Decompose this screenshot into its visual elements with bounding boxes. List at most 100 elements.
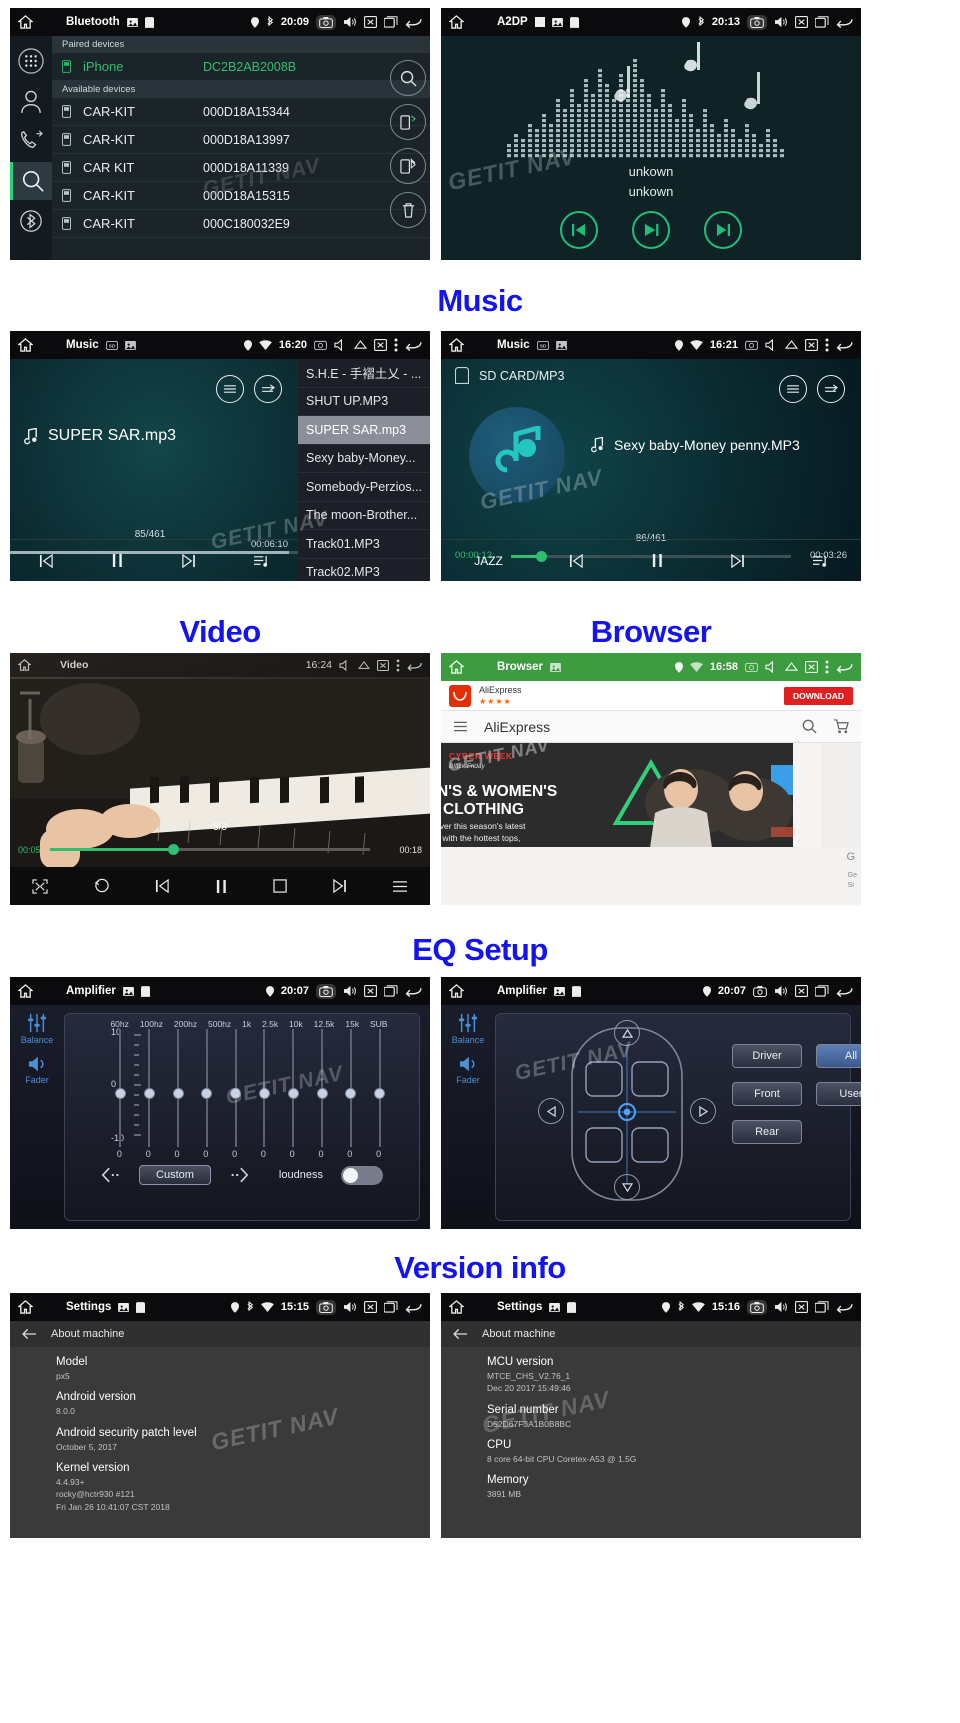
screenshot-icon[interactable] [316,14,336,30]
playlist-item[interactable]: Sexy baby-Money... [298,445,430,473]
home-icon[interactable] [449,660,464,674]
recent-apps-icon[interactable] [815,985,829,997]
volume-icon[interactable] [765,661,778,673]
pause-button[interactable] [215,879,228,894]
settings-item[interactable]: MCU version MTCE_CHS_V2.76_1 Dec 20 2017… [441,1347,861,1395]
unpair-device-button[interactable] [390,148,426,184]
playlist-mode-button[interactable] [779,375,807,403]
sidebar-item-fader[interactable]: Fader [456,1055,480,1085]
recent-apps-icon[interactable] [815,1301,829,1313]
settings-item[interactable]: Android version 8.0.0 [10,1382,430,1417]
bluetooth-device-row[interactable]: CAR-KIT 000D18A13997 [52,126,430,154]
playlist-button[interactable] [812,554,828,568]
preset-rear-button[interactable]: Rear [732,1120,802,1144]
preset-all-button[interactable]: All [816,1044,861,1068]
delete-button[interactable] [390,192,426,228]
shopping-cart-icon[interactable] [833,719,849,734]
download-button[interactable]: DOWNLOAD [784,686,853,705]
home-icon[interactable] [18,984,33,998]
preset-user-button[interactable]: User [816,1082,861,1106]
screenshot-icon[interactable] [753,985,767,997]
playlist-item[interactable]: Somebody-Perzios... [298,473,430,502]
play-pause-button[interactable] [632,211,670,249]
back-icon[interactable] [407,660,422,671]
back-icon[interactable] [836,1301,853,1313]
settings-item[interactable]: Kernel version 4.4.93+ rocky@hctr930 #12… [10,1453,430,1513]
close-icon[interactable] [795,985,808,997]
settings-item[interactable]: CPU 8 core 64-bit CPU Coretex-A53 @ 1.5G [441,1430,861,1465]
recent-apps-icon[interactable] [384,985,398,997]
search-icon[interactable] [802,719,817,734]
bluetooth-device-row[interactable]: CAR-KIT 000C180032E9 [52,210,430,238]
more-options-icon[interactable] [825,338,829,352]
back-icon[interactable] [836,16,853,28]
sidebar-item-balance[interactable]: Balance [452,1013,484,1045]
home-icon[interactable] [449,15,464,29]
next-track-button[interactable] [704,211,742,249]
more-options-icon[interactable] [394,338,398,352]
volume-icon[interactable] [774,1301,788,1313]
more-options-icon[interactable] [396,659,400,672]
next-button[interactable] [332,879,347,893]
pair-device-button[interactable] [390,104,426,140]
previous-button[interactable] [155,879,170,893]
move-down-button[interactable] [614,1174,640,1200]
video-progress-bar[interactable] [50,844,370,855]
eq-preset-button[interactable]: Custom [139,1165,211,1185]
screenshot-icon[interactable] [314,340,327,350]
home-icon[interactable] [18,338,33,352]
close-icon[interactable] [377,659,389,671]
move-right-button[interactable] [690,1098,716,1124]
next-track-button[interactable] [730,553,745,568]
close-icon[interactable] [805,339,818,351]
close-icon[interactable] [364,985,377,997]
eject-icon[interactable] [785,340,798,350]
move-up-button[interactable] [614,1020,640,1046]
volume-icon[interactable] [343,985,357,997]
loudness-toggle[interactable] [340,1165,383,1185]
playlist-button[interactable] [253,554,269,568]
back-icon[interactable] [836,339,853,351]
next-track-button[interactable] [181,553,196,568]
volume-icon[interactable] [334,339,347,351]
sidebar-item-search[interactable] [10,162,52,200]
bluetooth-device-row[interactable]: CAR-KIT 000D18A15315 [52,182,430,210]
settings-item[interactable]: Android security patch level October 5, … [10,1418,430,1453]
playlist-item[interactable]: Track02.MP3 [298,559,430,582]
back-icon[interactable] [405,16,422,28]
search-button[interactable] [390,60,426,96]
move-left-button[interactable] [538,1098,564,1124]
screenshot-icon[interactable] [747,1299,767,1315]
settings-item[interactable]: Model px5 [10,1347,430,1382]
settings-item[interactable]: Serial number D52D67F3A1B0B8BC [441,1395,861,1430]
previous-track-button[interactable] [560,211,598,249]
playlist-button[interactable] [392,880,408,893]
screenshot-icon[interactable] [745,340,758,350]
back-icon[interactable] [836,661,853,673]
bluetooth-device-row[interactable]: iPhone DC2B2AB2008B [52,53,430,81]
eject-icon[interactable] [354,340,367,350]
sidebar-item-fader[interactable]: Fader [25,1055,49,1085]
back-icon[interactable] [405,339,422,351]
screenshot-icon[interactable] [316,983,336,999]
playlist-item[interactable]: SHUT UP.MP3 [298,388,430,416]
screenshot-icon[interactable] [745,662,758,672]
pause-button[interactable] [111,553,124,568]
repeat-button[interactable] [93,878,111,894]
back-icon[interactable] [836,985,853,997]
playlist-item[interactable]: S.H.E - 手褶土乂 - ... [298,359,430,388]
playlist-item[interactable]: Track01.MP3 [298,530,430,559]
browser-app-ad[interactable]: AliExpress ★★★★ DOWNLOAD [441,681,861,711]
close-icon[interactable] [805,661,818,673]
eject-icon[interactable] [785,662,798,672]
playlist-item[interactable]: The moon-Brother... [298,502,430,530]
volume-icon[interactable] [774,16,788,28]
screenshot-icon[interactable] [316,1299,336,1315]
close-icon[interactable] [374,339,387,351]
back-arrow-icon[interactable] [453,1328,468,1340]
back-icon[interactable] [405,985,422,997]
stop-button[interactable] [272,879,288,893]
close-icon[interactable] [364,1301,377,1313]
back-arrow-icon[interactable] [22,1328,37,1340]
hamburger-menu-icon[interactable] [453,721,468,732]
